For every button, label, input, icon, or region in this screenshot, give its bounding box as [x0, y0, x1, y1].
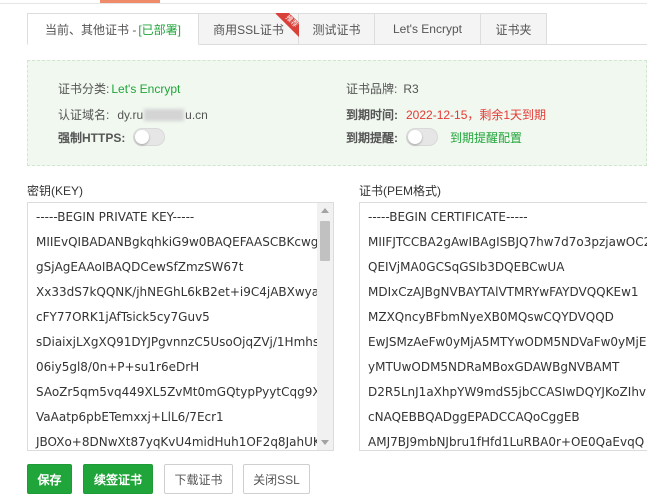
ssl-tabs: 当前、其他证书 - [已部署] 商用SSL证书 推荐 测试证书 Let's En… [27, 13, 647, 45]
expire-label: 到期时间: [346, 108, 398, 122]
cert-brand-row: 证书品牌: R3 [346, 80, 419, 97]
key-line: sDiaixjLXgXQ91DYJPgvnnzC5UsoOjqZVj/1Hmhs… [36, 335, 323, 349]
scroll-thumb[interactable] [320, 221, 330, 261]
key-line: SAoZr5qm5vq449XL5ZvMt0mGQtypPyytCqg9X [36, 385, 321, 399]
tab-cert-folder[interactable]: 证书夹 [481, 13, 547, 45]
expire-remind-row: 到期提醒: 到期提醒配置 [346, 128, 522, 146]
cert-brand-label: 证书品牌: [346, 82, 398, 96]
tab-commercial-ssl[interactable]: 商用SSL证书 推荐 [199, 13, 299, 45]
top-divider [0, 0, 647, 4]
key-scrollbar[interactable] [317, 203, 333, 450]
tab-label: 测试证书 [312, 22, 361, 37]
key-line: VaAatp6pbETemxxj+LlL6/7Ecr1 [36, 410, 224, 424]
expire-row: 到期时间: 2022-12-15，剩余1天到期 [346, 106, 546, 123]
cert-category-value: Let's Encrypt [111, 81, 181, 96]
cert-domain-suffix: u.cn [185, 107, 208, 122]
cert-label: 证书(PEM格式) [359, 184, 441, 198]
expire-remind-label: 到期提醒: [346, 130, 398, 145]
key-label: 密钥(KEY) [27, 184, 84, 198]
key-line: 06iy5gl8/0n+P+su1r6eDrH [36, 360, 200, 374]
key-line: -----BEGIN PRIVATE KEY----- [36, 210, 195, 224]
cert-line: MDIxCzAJBgNVBAYTAlVTMRYwFAYDVQQKEw1 [368, 285, 639, 299]
deployed-badge: [已部署] [138, 22, 181, 37]
key-line: cFY77ORK1jAfTsick5cy7Guv5 [36, 310, 210, 324]
expire-remind-config-link[interactable]: 到期提醒配置 [450, 129, 522, 146]
tab-label: Let's Encrypt [393, 22, 462, 36]
key-line: Xx33dS7kQQNK/jhNEGhL6kB2et+i9C4jABXwyaS [36, 285, 327, 299]
cert-brand-value: R3 [403, 81, 419, 96]
scroll-up-icon[interactable] [321, 208, 329, 213]
tab-current-certs[interactable]: 当前、其他证书 - [已部署] [27, 13, 199, 45]
cert-line: EwJSMzAeFw0yMjA5MTYwODM5NDVaFw0yMjE [368, 335, 647, 349]
cert-category-label: 证书分类: [58, 82, 110, 96]
expire-remind-toggle[interactable] [406, 128, 438, 146]
certificate-textarea[interactable]: -----BEGIN CERTIFICATE----- MIIFJTCCBA2g… [359, 202, 647, 451]
key-line: JBOXo+8DNwXt87yqKvU4midHuh1OF2q8JahUK [36, 435, 321, 449]
recommend-ribbon: 推荐 [275, 13, 299, 37]
tab-label: 证书夹 [495, 22, 532, 37]
toggle-knob [135, 130, 150, 144]
tab-test-cert[interactable]: 测试证书 [299, 13, 375, 45]
cert-line: cNAQEBBQADggEPADCCAQoCggEB [368, 410, 580, 424]
cert-line: MIIFJTCCBA2gAwIBAgISBJQ7hw7d7o3pzjawOC2 [368, 235, 647, 249]
redacted-domain [144, 108, 185, 121]
force-https-row: 强制HTTPS: [58, 128, 166, 146]
cert-line: AMJ7BJ9mbNJbru1fHfd1LuRBA0r+OE0QaEvqQ [368, 435, 645, 449]
save-button[interactable]: 保存 [27, 464, 72, 494]
force-https-label: 强制HTTPS: [58, 130, 126, 145]
renew-cert-button[interactable]: 续签证书 [83, 464, 153, 494]
tab-lets-encrypt[interactable]: Let's Encrypt [375, 13, 481, 45]
download-cert-button[interactable]: 下载证书 [164, 464, 233, 494]
close-ssl-button[interactable]: 关闭SSL [243, 464, 310, 494]
cert-line: MZXQncyBFbmNyeXB0MQswCQYDVQQD [368, 310, 614, 324]
cert-line: QEIVjMA0GCSqGSIb3DQEBCwUA [368, 260, 565, 274]
key-line: MIIEvQIBADANBgkqhkiG9w0BAQEFAASCBKcwg [36, 235, 319, 249]
cert-line: yMTUwODM5NDRaMBoxGDAWBgNVBAMT [368, 360, 620, 374]
scroll-down-icon[interactable] [321, 440, 329, 445]
cert-domain-prefix: dy.ru [117, 107, 144, 122]
force-https-toggle[interactable] [133, 128, 166, 146]
top-accent-bar [100, 0, 160, 3]
cert-category-row: 证书分类: Let's Encrypt [58, 80, 180, 97]
private-key-textarea[interactable]: -----BEGIN PRIVATE KEY----- MIIEvQIBADAN… [27, 202, 334, 451]
toggle-knob [408, 130, 422, 144]
expire-value: 2022-12-15，剩余1天到期 [406, 108, 547, 122]
key-line: gSjAgEAAoIBAQDCewSfZmzSW67t [36, 260, 244, 274]
tab-label: 商用SSL证书 [213, 22, 284, 37]
cert-domain-label: 认证域名: [58, 108, 110, 122]
cert-domain-row: 认证域名: dy.ru u.cn [58, 106, 208, 123]
cert-line: -----BEGIN CERTIFICATE----- [368, 210, 528, 224]
cert-line: D2R5LnJ1aXhpYW9mdS5jbCCASIwDQYJKoZIhv [368, 385, 647, 399]
tab-label: 当前、其他证书 - [44, 22, 137, 37]
